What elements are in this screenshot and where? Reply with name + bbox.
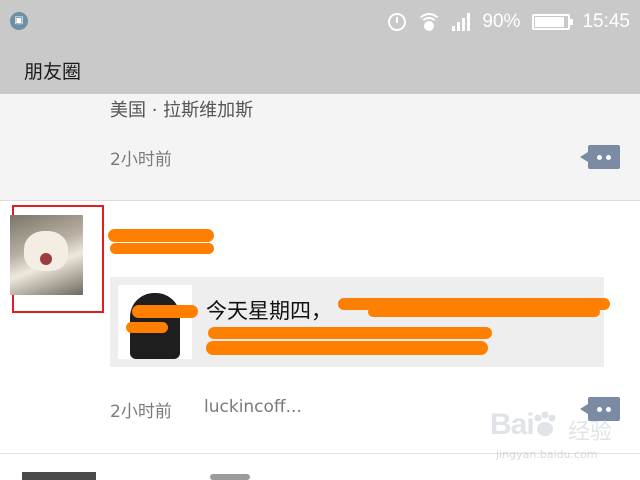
screenshot-icon: ▣ <box>10 12 28 30</box>
shared-link-title: 今天星期四， <box>206 299 332 323</box>
battery-percent: 90% <box>482 11 521 32</box>
redacted-username <box>110 243 214 254</box>
redaction-mark <box>126 322 168 333</box>
avatar[interactable] <box>10 215 83 295</box>
redaction-mark <box>208 327 492 339</box>
avatar[interactable] <box>22 472 96 480</box>
post-source[interactable]: luckincoff... <box>204 397 302 417</box>
dot-icon <box>597 154 602 160</box>
redaction-mark <box>206 341 488 355</box>
title-bar: 朋友圈 <box>0 44 640 94</box>
dot-icon <box>606 154 611 160</box>
cat-image <box>24 231 68 271</box>
watermark-url: jingyan.baidu.com <box>496 448 598 461</box>
redaction-mark <box>132 305 198 318</box>
redacted-username[interactable] <box>108 229 214 242</box>
post-location[interactable]: 美国 · 拉斯维加斯 <box>110 96 253 122</box>
moment-post: 美国 · 拉斯维加斯 2小时前 <box>0 94 640 201</box>
page-title: 朋友圈 <box>24 61 82 83</box>
battery-icon <box>532 14 574 30</box>
post-time: 2小时前 <box>110 150 172 170</box>
username <box>210 474 250 480</box>
signal-icon <box>452 13 471 31</box>
status-icons: 90% 15:45 <box>388 8 630 36</box>
baidu-logo: Bai <box>490 408 535 441</box>
clock: 15:45 <box>582 11 630 32</box>
alarm-icon <box>388 13 407 31</box>
redaction-mark <box>368 307 600 317</box>
watermark-text: 经验 <box>568 420 613 445</box>
cat-mouth <box>40 253 52 265</box>
baidu-watermark: Bai 经验 jingyan.baidu.com <box>490 408 630 464</box>
post-time: 2小时前 <box>110 402 172 422</box>
status-bar: ▣ 90% 15:45 <box>0 0 640 44</box>
wifi-icon <box>418 13 441 31</box>
paw-icon <box>534 411 556 436</box>
comment-button[interactable] <box>580 145 620 169</box>
